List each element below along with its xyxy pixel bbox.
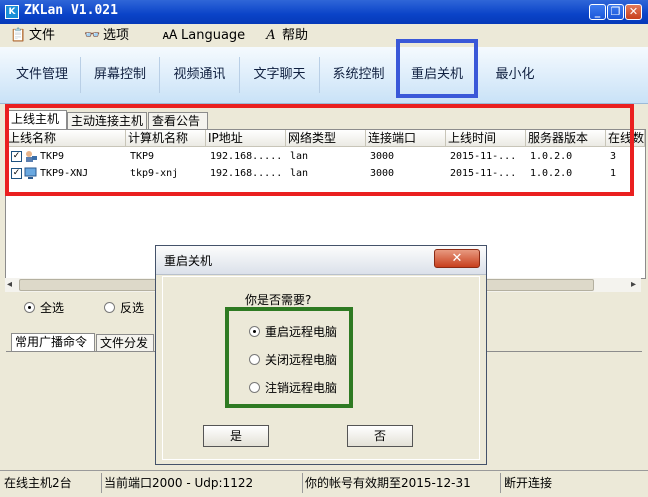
file-icon: 📋: [10, 28, 27, 43]
language-icon: 🗚: [162, 28, 178, 43]
tab-file-distribution[interactable]: 文件分发: [96, 334, 154, 351]
dialog-title: 重启关机: [164, 254, 213, 268]
status-separator: [500, 473, 501, 493]
dialog-question: 你是否需要?: [245, 293, 312, 307]
invert-radio[interactable]: [104, 302, 115, 313]
toolbar-screen-control[interactable]: 屏幕控制: [81, 47, 159, 103]
scroll-left-icon[interactable]: ◂: [7, 278, 17, 292]
menu-bar: 📋 文件 👓 选项 🗚 Language A 帮助: [0, 24, 648, 47]
minimize-button[interactable]: _: [589, 4, 606, 20]
yes-button[interactable]: 是: [203, 425, 269, 447]
select-all-label[interactable]: 全选: [40, 299, 64, 316]
tab-broadcast-commands[interactable]: 常用广播命令: [11, 333, 95, 351]
status-separator: [101, 473, 102, 493]
glasses-icon: 👓: [84, 28, 101, 43]
menu-file[interactable]: 📋 文件: [10, 27, 55, 44]
title-bar[interactable]: K ZKLan V1.021 _ ❐ ✕: [0, 0, 648, 24]
invert-label[interactable]: 反选: [120, 299, 144, 316]
toolbar: 文件管理 屏幕控制 视频通讯 文字聊天 系统控制 重启关机 最小化: [0, 47, 648, 104]
help-icon: A: [266, 28, 276, 43]
highlight-box-blue: [396, 39, 478, 98]
restore-button[interactable]: ❐: [607, 4, 624, 20]
status-account-expiry: 你的帐号有效期至2015-12-31: [305, 476, 471, 490]
status-online-count: 在线主机2台: [4, 476, 72, 490]
status-disconnect[interactable]: 断开连接: [504, 474, 552, 492]
toolbar-video-call[interactable]: 视频通讯: [160, 47, 239, 103]
status-separator: [302, 473, 303, 493]
toolbar-file-manager[interactable]: 文件管理: [4, 47, 80, 103]
menu-options[interactable]: 👓 选项: [84, 27, 129, 44]
select-all-radio[interactable]: [24, 302, 35, 313]
dialog-close-button[interactable]: ✕: [434, 249, 480, 268]
app-icon: K: [5, 5, 19, 19]
menu-help[interactable]: A 帮助: [263, 27, 308, 44]
highlight-box-red: [5, 104, 634, 196]
toolbar-text-chat[interactable]: 文字聊天: [240, 47, 319, 103]
menu-language[interactable]: 🗚 Language: [162, 27, 246, 44]
highlight-box-green: [225, 307, 353, 408]
window-title: ZKLan V1.021: [24, 3, 118, 18]
close-button[interactable]: ✕: [625, 4, 642, 20]
status-bar: 在线主机2台 当前端口2000 - Udp:1122 你的帐号有效期至2015-…: [0, 470, 648, 497]
no-button[interactable]: 否: [347, 425, 413, 447]
scroll-right-icon[interactable]: ▸: [631, 278, 641, 292]
dialog-title-bar[interactable]: 重启关机 ✕: [156, 246, 486, 275]
toolbar-system-control[interactable]: 系统控制: [320, 47, 397, 103]
status-port: 当前端口2000 - Udp:1122: [104, 476, 254, 490]
toolbar-minimize[interactable]: 最小化: [477, 47, 553, 103]
